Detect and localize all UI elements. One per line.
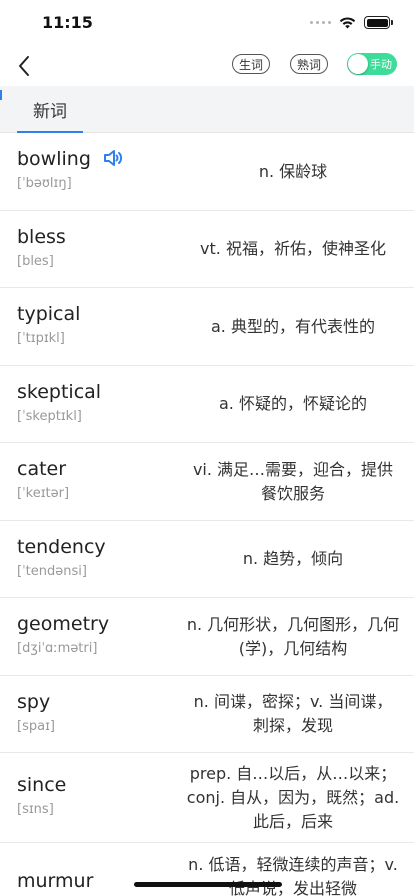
word-list: bowling [ˈbəʊlɪŋ] n. 保龄球 bless [bles] vt… [0,133,414,896]
word-phonetic: [ˈkeɪtər] [17,486,70,501]
word-text: bless [17,225,66,248]
list-item[interactable]: murmur n. 低语，轻微连续的声音；v. 低声说，发出轻微 [0,843,414,896]
word-text: skeptical [17,380,102,403]
list-item[interactable]: spy [spaɪ] n. 间谍，密探；v. 当间谍，刺探，发现 [0,676,414,753]
word-text: geometry [17,613,110,635]
word-phonetic: [ˈskeptɪkl] [17,408,82,424]
word-meaning: n. 几何形状，几何图形，几何(学)，几何结构 [186,614,400,658]
word-phonetic: [ˈbəʊlɪŋ] [17,176,72,191]
nav-bar: 生词 熟词 手动 [0,46,414,86]
word-meaning: n. 低语，轻微连续的声音；v. 低声说，发出轻微 [188,855,398,896]
tab-new-words[interactable]: 新词 [17,86,83,133]
back-button[interactable] [12,50,36,82]
word-text: spy [17,690,51,713]
word-phonetic: [spaɪ] [17,718,55,734]
word-phonetic: [sɪns] [17,802,54,817]
list-item[interactable]: since [sɪns] prep. 自…以后，从…以来；conj. 自从，因为… [0,753,414,843]
word-meaning: n. 保龄球 [258,161,328,181]
battery-icon [364,16,393,29]
list-item[interactable]: tendency [ˈtendənsi] n. 趋势，倾向 [0,521,414,598]
tab-bar-accent [0,90,2,100]
mode-toggle[interactable]: 手动 [347,53,397,75]
list-item[interactable]: cater [ˈkeɪtər] vi. 满足…需要，迎合，提供餐饮服务 [0,443,414,521]
word-meaning: prep. 自…以后，从…以来；conj. 自从，因为，既然；ad. 此后，后来 [186,764,400,831]
word-meaning: n. 间谍，密探；v. 当间谍，刺探，发现 [193,692,393,735]
toggle-knob [348,54,368,74]
status-icons [310,16,393,29]
word-text: since [17,774,67,796]
word-meaning: a. 典型的，有代表性的 [211,316,375,336]
word-phonetic: [ˈtɪpɪkl] [17,331,65,346]
home-indicator [134,882,282,887]
tab-bar: 新词 [0,86,414,133]
status-bar: 11:15 [0,0,414,46]
word-text: tendency [17,535,106,558]
word-text: typical [17,303,81,325]
known-words-button[interactable]: 熟词 [290,54,328,74]
status-time: 11:15 [42,13,93,32]
list-item[interactable]: typical [ˈtɪpɪkl] a. 典型的，有代表性的 [0,288,414,366]
toggle-label: 手动 [370,58,392,71]
list-item[interactable]: bless [bles] vt. 祝福，祈佑，使神圣化 [0,211,414,288]
cellular-signal-icon [310,21,331,24]
word-text: cater [17,458,67,480]
chevron-left-icon [19,56,29,76]
word-meaning: n. 趋势，倾向 [242,549,344,568]
speaker-icon[interactable] [102,147,124,169]
list-item[interactable]: geometry [dʒiˈɑːmətri] n. 几何形状，几何图形，几何(学… [0,598,414,676]
new-words-button[interactable]: 生词 [232,54,270,74]
list-item[interactable]: skeptical [ˈskeptɪkl] a. 怀疑的，怀疑论的 [0,366,414,443]
word-text: murmur [17,870,94,892]
word-meaning: vi. 满足…需要，迎合，提供餐饮服务 [192,459,394,503]
word-text: bowling [17,148,91,170]
list-item[interactable]: bowling [ˈbəʊlɪŋ] n. 保龄球 [0,133,414,211]
word-phonetic: [ˈtendənsi] [17,563,87,579]
word-phonetic: [bles] [17,253,54,269]
word-phonetic: [dʒiˈɑːmətri] [17,641,98,656]
word-meaning: vt. 祝福，祈佑，使神圣化 [200,239,386,258]
wifi-icon [339,17,356,29]
word-meaning: a. 怀疑的，怀疑论的 [219,394,367,413]
